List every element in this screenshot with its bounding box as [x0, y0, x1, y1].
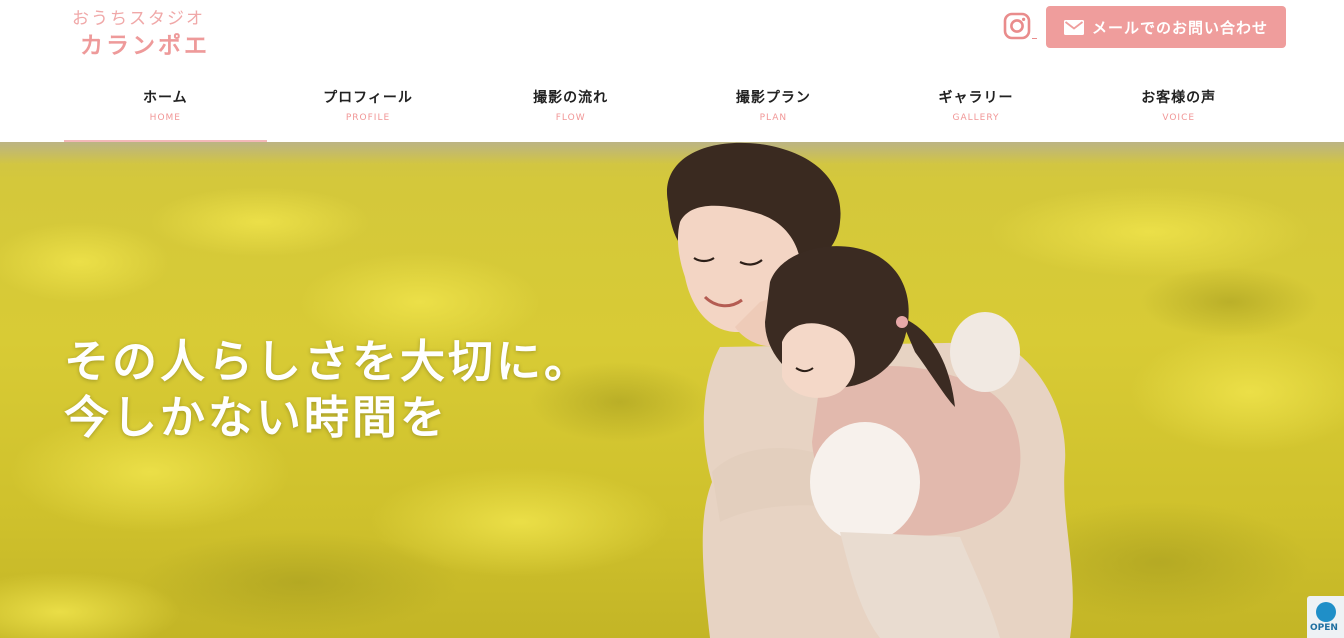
main-nav: ホーム HOME プロフィール PROFILE 撮影の流れ FLOW 撮影プラン…	[64, 80, 1280, 142]
instagram-link-underline	[1032, 38, 1037, 39]
nav-label: ギャラリー	[938, 90, 1014, 106]
nav-item-plan[interactable]: 撮影プラン PLAN	[672, 80, 875, 142]
site-logo[interactable]: おうちスタジオ カランポエ	[72, 4, 232, 59]
nav-item-flow[interactable]: 撮影の流れ FLOW	[469, 80, 672, 142]
logo-title: カランポエ	[80, 33, 210, 59]
nav-label: プロフィール	[323, 90, 413, 106]
open-badge-label: OPEN	[1310, 623, 1338, 633]
mail-icon	[1063, 19, 1084, 35]
contact-mail-label: メールでのお問い合わせ	[1091, 18, 1268, 37]
nav-sublabel: FLOW	[555, 113, 586, 123]
nav-label: ホーム	[143, 90, 188, 106]
nav-sublabel: PLAN	[759, 113, 788, 123]
nav-sublabel: PROFILE	[345, 113, 391, 123]
hero-section: その人らしさを大切に。 今しかない時間を OPEN	[0, 142, 1344, 638]
open-badge-icon	[1316, 602, 1336, 622]
nav-sublabel: GALLERY	[952, 113, 1000, 123]
nav-item-gallery[interactable]: ギャラリー GALLERY	[875, 80, 1078, 142]
hero-headline-line2: 今しかない時間を	[64, 391, 449, 444]
hero-headline-line1: その人らしさを大切に。	[64, 335, 593, 388]
site-header: おうちスタジオ カランポエ メールでのお問い合わせ ホーム HOME プロフィー…	[0, 0, 1344, 142]
instagram-icon[interactable]	[1003, 12, 1033, 42]
nav-item-profile[interactable]: プロフィール PROFILE	[267, 80, 470, 142]
nav-item-home[interactable]: ホーム HOME	[64, 80, 267, 142]
nav-item-voice[interactable]: お客様の声 VOICE	[1077, 80, 1280, 142]
nav-sublabel: HOME	[149, 113, 181, 123]
nav-label: 撮影プラン	[735, 90, 811, 106]
open-status-badge[interactable]: OPEN	[1307, 596, 1344, 638]
contact-mail-button[interactable]: メールでのお問い合わせ	[1046, 6, 1286, 48]
nav-label: お客様の声	[1141, 90, 1217, 106]
hero-headline: その人らしさを大切に。 今しかない時間を	[64, 334, 592, 446]
nav-label: 撮影の流れ	[533, 90, 609, 106]
nav-sublabel: VOICE	[1162, 113, 1196, 123]
